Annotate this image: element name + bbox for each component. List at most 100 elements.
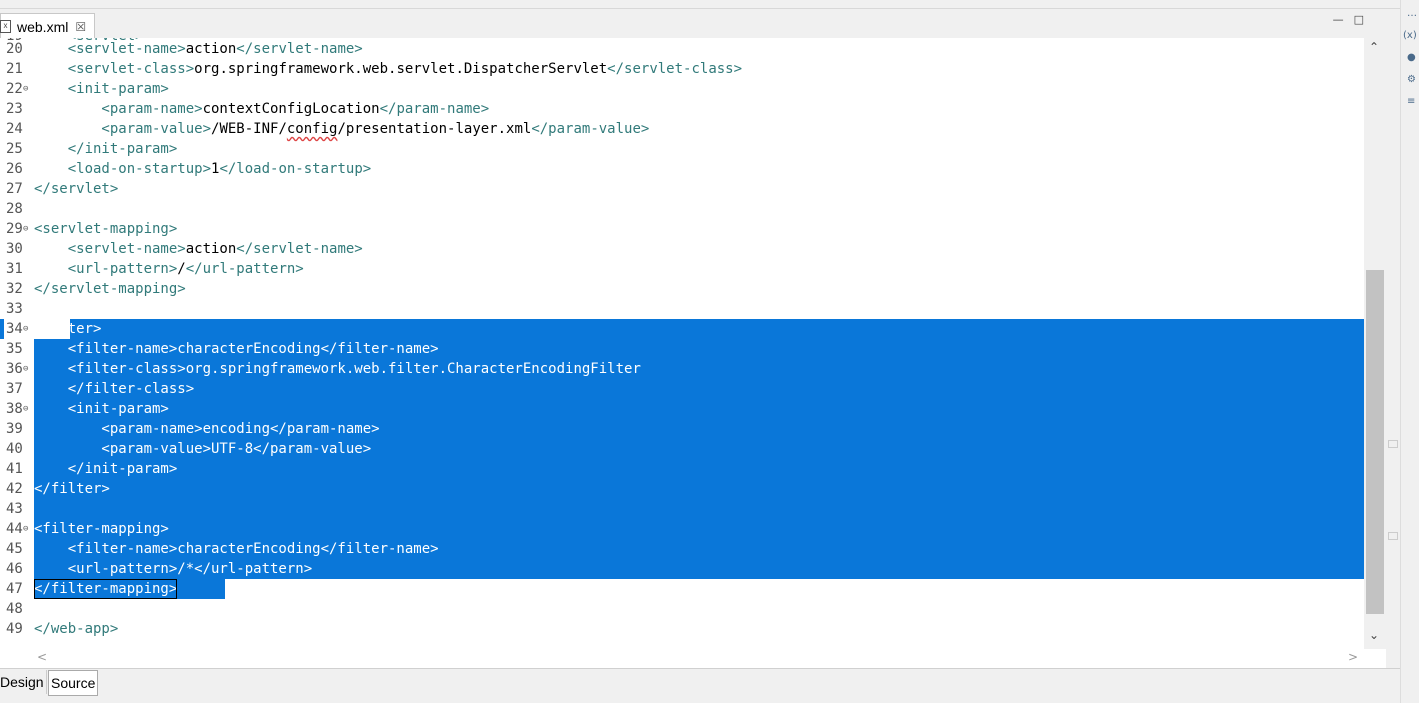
line-number: 32	[6, 281, 23, 297]
line-number: 46	[6, 561, 23, 577]
side-view-icon[interactable]: ●	[1407, 52, 1416, 63]
line-number: 27	[6, 181, 23, 197]
code-line: 47 </filter-mapping>	[0, 579, 1364, 599]
code-text: <filter-class>org.springframework.web.fi…	[34, 361, 641, 377]
code-text: <filter>	[34, 321, 102, 337]
horizontal-scrollbar[interactable]: < >	[0, 649, 1386, 668]
scroll-left-icon[interactable]: <	[37, 650, 47, 664]
line-number: 43	[6, 501, 23, 517]
code-text: </filter-class>	[34, 381, 195, 397]
code-text: </init-param>	[34, 461, 178, 477]
code-line: 37 </filter-class>	[0, 379, 1364, 399]
code-text: </servlet>	[34, 181, 119, 197]
scroll-right-icon[interactable]: >	[1348, 650, 1358, 664]
minimize-icon[interactable]: —	[1333, 13, 1354, 26]
line-number: 35	[6, 341, 23, 357]
code-line: 48	[0, 599, 1364, 619]
editor-tab-bar: x web.xml ☒ —□	[0, 9, 1400, 39]
code-line: 23 <param-name>contextConfigLocation</pa…	[0, 99, 1364, 119]
line-number: 21	[6, 61, 23, 77]
line-number: 48	[6, 601, 23, 617]
code-line: 34 ⊖ <filter>	[0, 319, 1364, 339]
xml-file-icon: x	[0, 20, 11, 33]
code-text: <param-name>contextConfigLocation</param…	[34, 101, 490, 117]
editor-mode-tabs: Design Source	[0, 668, 1400, 699]
code-text: <load-on-startup>1</load-on-startup>	[34, 161, 372, 177]
code-line: 32 </servlet-mapping>	[0, 279, 1364, 299]
code-text: <init-param>	[34, 81, 169, 97]
code-line: 21 <servlet-class>org.springframework.we…	[0, 59, 1364, 79]
tab-design[interactable]: Design	[0, 670, 47, 694]
line-number: 25	[6, 141, 23, 157]
line-number: 49	[6, 621, 23, 637]
overview-marker	[1388, 440, 1398, 448]
fold-toggle-icon[interactable]: ⊖	[23, 79, 28, 99]
code-text: <filter-name>characterEncoding</filter-n…	[34, 341, 439, 357]
tab-label: web.xml	[17, 18, 69, 35]
main-toolbar	[0, 0, 1419, 9]
code-line: 39 <param-name>encoding</param-name>	[0, 419, 1364, 439]
code-text: <param-name>encoding</param-name>	[34, 421, 380, 437]
code-line: 33	[0, 299, 1364, 319]
scroll-up-icon[interactable]: ⌃	[1369, 40, 1379, 54]
side-view-icon[interactable]: (x)	[1403, 30, 1417, 41]
line-number: 30	[6, 241, 23, 257]
fold-toggle-icon[interactable]: ⊖	[23, 219, 28, 239]
code-line: 35 <filter-name>characterEncoding</filte…	[0, 339, 1364, 359]
code-line: 27 </servlet>	[0, 179, 1364, 199]
fold-toggle-icon[interactable]: ⊖	[23, 399, 28, 419]
fold-toggle-icon[interactable]: ⊖	[23, 519, 28, 539]
window-controls: —□	[1333, 13, 1374, 26]
side-view-icon[interactable]: ≡	[1407, 96, 1415, 107]
code-line: 43	[0, 499, 1364, 519]
code-text: </web-app>	[34, 621, 119, 637]
line-number: 36	[6, 361, 23, 377]
fold-toggle-icon[interactable]: ⊖	[23, 359, 28, 379]
code-line: 42 </filter>	[0, 479, 1364, 499]
close-tab-icon[interactable]: ☒	[75, 20, 86, 34]
code-text: <filter-mapping>	[34, 521, 169, 537]
code-line: 40 <param-value>UTF-8</param-value>	[0, 439, 1364, 459]
line-number: 22	[6, 81, 23, 97]
code-line: 29 ⊖ <servlet-mapping>	[0, 219, 1364, 239]
side-view-icon[interactable]: …	[1407, 8, 1417, 19]
tab-web-xml[interactable]: x web.xml ☒	[0, 13, 96, 39]
fold-toggle-icon[interactable]: ⊖	[23, 319, 28, 339]
code-text: <param-value>/WEB-INF/config/presentatio…	[34, 121, 650, 137]
vertical-scrollbar[interactable]: ⌃ ⌄	[1364, 38, 1386, 649]
side-view-icon[interactable]: ⚙	[1407, 74, 1416, 85]
code-text: <url-pattern>/*</url-pattern>	[34, 561, 313, 577]
line-number: 39	[6, 421, 23, 437]
code-text: <servlet-name>action</servlet-name>	[34, 241, 363, 257]
code-text: </init-param>	[34, 141, 178, 157]
line-number: 47	[6, 581, 23, 597]
line-number: 26	[6, 161, 23, 177]
line-number: 41	[6, 461, 23, 477]
code-line: 41 </init-param>	[0, 459, 1364, 479]
code-line: 49 </web-app>	[0, 619, 1364, 639]
code-line: 44 ⊖ <filter-mapping>	[0, 519, 1364, 539]
code-text: <servlet-name>action</servlet-name>	[34, 41, 363, 57]
line-number: 38	[6, 401, 23, 417]
vertical-scroll-thumb[interactable]	[1366, 270, 1384, 614]
scroll-down-icon[interactable]: ⌄	[1369, 628, 1379, 642]
code-text: <filter-name>characterEncoding</filter-n…	[34, 541, 439, 557]
line-number: 24	[6, 121, 23, 137]
code-text: </filter>	[34, 481, 110, 497]
code-text: </filter-mapping>	[34, 579, 178, 599]
line-number: 20	[6, 41, 23, 57]
code-text: <url-pattern>/</url-pattern>	[34, 261, 304, 277]
line-number: 34	[6, 321, 23, 337]
line-number: 29	[6, 221, 23, 237]
line-number: 40	[6, 441, 23, 457]
maximize-icon[interactable]: □	[1354, 13, 1374, 26]
code-line: 45 <filter-name>characterEncoding</filte…	[0, 539, 1364, 559]
tab-source[interactable]: Source	[48, 670, 99, 696]
code-line: 30 <servlet-name>action</servlet-name>	[0, 239, 1364, 259]
code-line: 25 </init-param>	[0, 139, 1364, 159]
code-line: 31 <url-pattern>/</url-pattern>	[0, 259, 1364, 279]
source-editor[interactable]: 19 <servlet>20 <servlet-name>action</ser…	[0, 38, 1386, 649]
code-line: 26 <load-on-startup>1</load-on-startup>	[0, 159, 1364, 179]
code-text: <servlet-class>org.springframework.web.s…	[34, 61, 743, 77]
line-number: 37	[6, 381, 23, 397]
